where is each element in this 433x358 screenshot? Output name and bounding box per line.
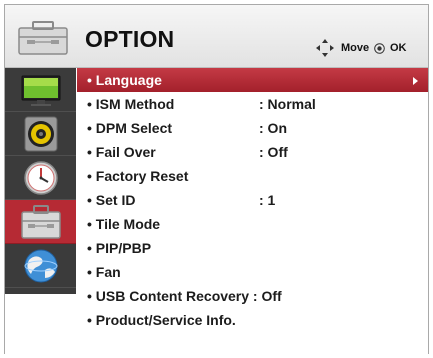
menu-item-value: : On [259,120,287,136]
move-arrows-icon [316,39,334,57]
menu-item-value: : Off [259,144,288,160]
menu-item-label: • Language [87,72,162,88]
sidebar-item-audio[interactable] [5,112,76,156]
menu-header: OPTION Move OK [5,5,428,68]
menu-item-tile-mode[interactable]: • Tile Mode [77,212,428,236]
sidebar-item-option[interactable] [5,200,76,244]
menu-item-label: • USB Content Recovery : Off [87,288,282,304]
menu-item-factory-reset[interactable]: • Factory Reset [77,164,428,188]
sidebar-item-time[interactable] [5,156,76,200]
menu-item-label: • Fan [87,264,121,280]
sidebar-item-picture[interactable] [5,68,76,112]
option-menu-window: OPTION Move OK • Language • ISM Method:… [4,4,429,354]
toolbox-option-icon [20,204,61,239]
ok-hint-label: OK [390,42,407,54]
clock-time-icon [23,160,58,195]
menu-item-language[interactable]: • Language [77,68,428,92]
page-title: OPTION [85,26,175,52]
menu-item-fail-over[interactable]: • Fail Over : Off [77,140,428,164]
menu-item-label: • PIP/PBP [87,240,152,256]
menu-item-product-service-info[interactable]: • Product/Service Info. [77,308,428,332]
menu-item-label: • DPM Select [87,120,173,136]
ok-button-icon [374,43,385,54]
move-hint-label: Move [341,42,370,54]
menu-item-value: : 1 [259,192,276,208]
menu-item-ism-method[interactable]: • ISM Method : Normal [77,92,428,116]
menu-item-label: • Fail Over [87,144,156,160]
globe-network-icon [24,249,57,282]
option-menu-list: • Language • ISM Method : Normal • DPM S… [77,68,428,332]
category-sidebar [5,68,76,294]
toolbox-icon [18,21,68,55]
menu-item-usb-content-recovery[interactable]: • USB Content Recovery : Off [77,284,428,308]
speaker-audio-icon [24,116,57,151]
menu-item-dpm-select[interactable]: • DPM Select : On [77,116,428,140]
menu-item-label: • Set ID [87,192,136,208]
monitor-picture-icon [21,75,60,106]
menu-item-fan[interactable]: • Fan [77,260,428,284]
menu-item-label: • ISM Method [87,96,175,112]
menu-item-label: • Factory Reset [87,168,189,184]
menu-item-label: • Tile Mode [87,216,161,232]
chevron-right-icon [413,77,418,85]
menu-item-pip-pbp[interactable]: • PIP/PBP [77,236,428,260]
menu-item-set-id[interactable]: • Set ID : 1 [77,188,428,212]
menu-item-label: • Product/Service Info. [87,312,236,328]
menu-item-value: : Normal [259,96,316,112]
sidebar-item-network[interactable] [5,244,76,288]
